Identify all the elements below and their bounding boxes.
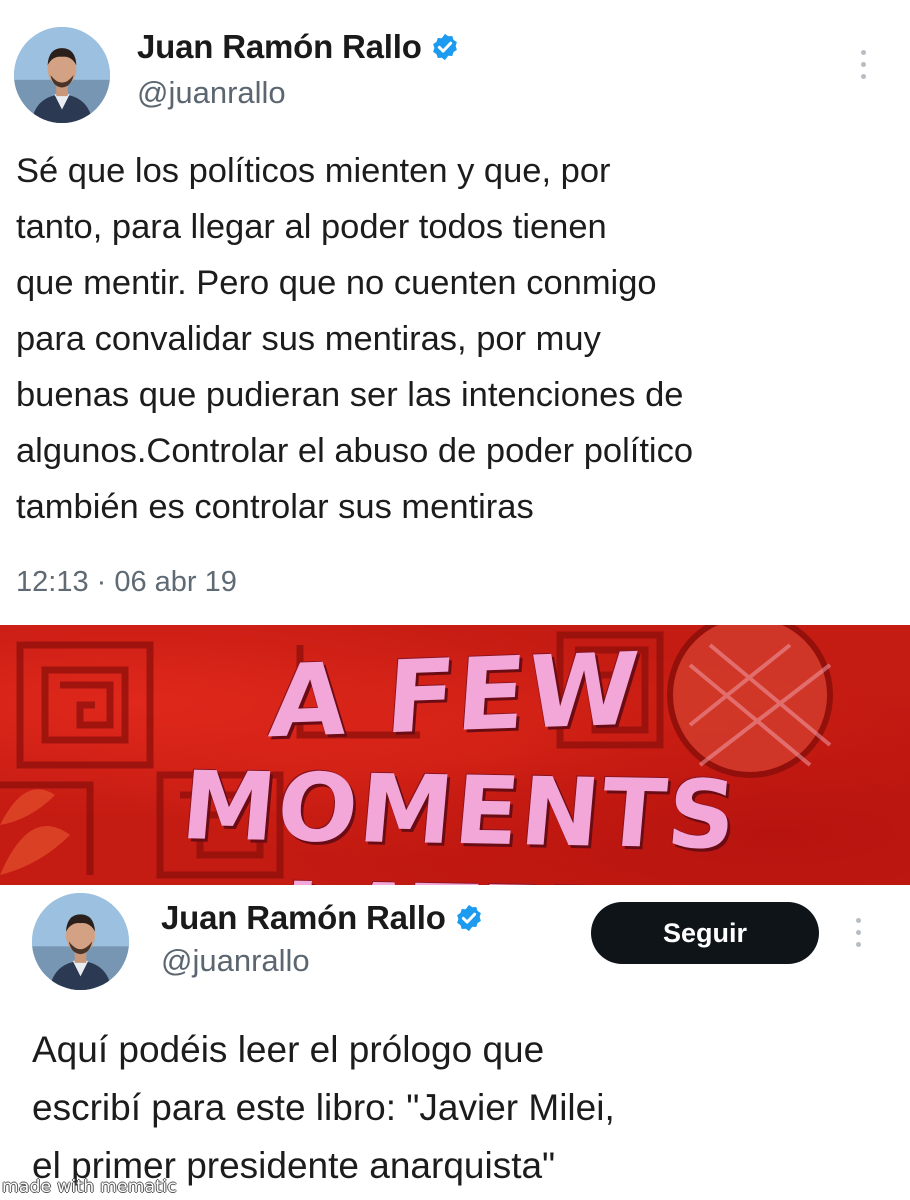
follow-button[interactable]: Seguir bbox=[591, 902, 819, 964]
verified-badge-icon bbox=[432, 33, 457, 61]
author-handle[interactable]: @juanrallo bbox=[137, 75, 286, 111]
author-name-row: Juan Ramón Rallo bbox=[137, 28, 460, 66]
verified-badge-icon bbox=[456, 904, 481, 932]
dot bbox=[860, 62, 866, 67]
dot bbox=[860, 50, 866, 55]
display-name[interactable]: Juan Ramón Rallo bbox=[137, 28, 422, 66]
a-few-moments-later-banner: A FEW MOMENTS LATER bbox=[0, 625, 910, 885]
dot bbox=[860, 74, 866, 79]
dot bbox=[855, 942, 861, 947]
dot bbox=[855, 918, 861, 923]
profile-photo-icon bbox=[14, 27, 110, 123]
more-options-icon[interactable] bbox=[858, 50, 868, 79]
mematic-watermark: made with mematic bbox=[2, 1177, 177, 1197]
display-name[interactable]: Juan Ramón Rallo bbox=[161, 899, 446, 937]
profile-photo-icon bbox=[32, 893, 129, 990]
tweet-timestamp[interactable]: 12:13 · 06 abr 19 bbox=[16, 566, 237, 599]
avatar[interactable] bbox=[32, 893, 129, 990]
author-name-row: Juan Ramón Rallo bbox=[161, 899, 484, 937]
tweet-text: Aquí podéis leer el prólogo que escribí … bbox=[32, 1029, 615, 1186]
tweet-text: Sé que los políticos mienten y que, por … bbox=[16, 152, 694, 526]
author-handle[interactable]: @juanrallo bbox=[161, 943, 310, 979]
banner-line-2: MOMENTS LATER bbox=[177, 752, 742, 885]
dot bbox=[855, 930, 861, 935]
tweet-1: Juan Ramón Rallo @juanrallo Sé que los p… bbox=[0, 0, 910, 625]
tweet-2: Juan Ramón Rallo @juanrallo Seguir Aquí … bbox=[0, 885, 910, 1200]
more-options-icon[interactable] bbox=[853, 918, 863, 947]
avatar[interactable] bbox=[14, 27, 110, 123]
